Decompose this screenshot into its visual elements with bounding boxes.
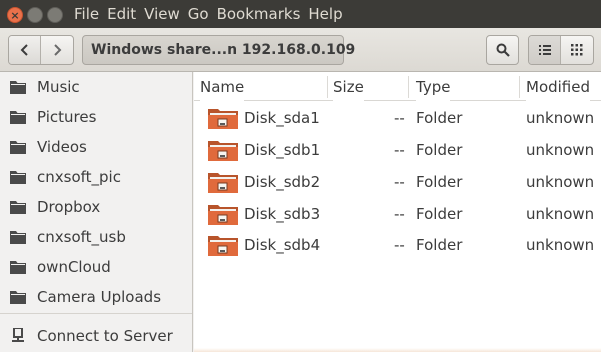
sidebar-item-label: Pictures <box>37 108 97 126</box>
sidebar-item-label: Music <box>37 78 80 96</box>
column-divider[interactable] <box>408 76 409 98</box>
sidebar-item-label: Connect to Server <box>37 327 173 345</box>
location-path: Windows share...n 192.168.0.109 <box>91 42 356 58</box>
folder-icon <box>208 236 238 256</box>
menu-bar: File Edit View Go Bookmarks Help <box>70 0 347 28</box>
file-name: Disk_sdb4 <box>244 235 321 254</box>
file-size: -- <box>394 235 405 254</box>
sidebar-item-connect-to-server[interactable]: Connect to Server <box>0 321 193 351</box>
file-name: Disk_sdb2 <box>244 172 321 191</box>
sidebar-item-videos[interactable]: Videos <box>0 132 193 162</box>
sidebar-item-dropbox[interactable]: Dropbox <box>0 192 193 222</box>
folder-icon <box>10 141 26 154</box>
sidebar-item-label: ownCloud <box>37 258 111 276</box>
column-header-label: Type <box>416 77 451 96</box>
network-server-icon <box>12 328 24 342</box>
sidebar-item-music[interactable]: Music <box>0 72 193 102</box>
file-modified: unknown <box>526 108 595 127</box>
sidebar-item-owncloud[interactable]: ownCloud <box>0 252 193 282</box>
folder-icon <box>208 141 238 161</box>
grid-view-button[interactable] <box>561 36 593 64</box>
minimize-window-button[interactable] <box>27 7 43 23</box>
folder-icon <box>10 171 26 184</box>
chevron-left-icon <box>20 44 28 56</box>
sidebar-divider <box>0 313 192 314</box>
column-header-label: Modified <box>526 77 591 96</box>
sidebar-item-label: cnxsoft_pic <box>37 168 121 186</box>
grid-view-icon <box>571 44 583 56</box>
search-button[interactable] <box>486 35 519 65</box>
sidebar-item-pictures[interactable]: Pictures <box>0 102 193 132</box>
column-header-modified[interactable]: Modified <box>526 72 591 101</box>
file-modified: unknown <box>526 140 595 159</box>
file-type: Folder <box>416 108 463 127</box>
file-name: Disk_sda1 <box>244 108 320 127</box>
table-row[interactable]: Disk_sdb4 -- Folder unknown <box>194 229 601 260</box>
menu-file[interactable]: File <box>70 5 103 23</box>
folder-icon <box>10 231 26 244</box>
sidebar-item-cnxsoft-usb[interactable]: cnxsoft_usb <box>0 222 193 252</box>
column-header-type[interactable]: Type <box>416 72 451 101</box>
list-bottom-edge <box>194 348 601 352</box>
file-name: Disk_sdb3 <box>244 204 321 223</box>
menu-go[interactable]: Go <box>184 5 213 23</box>
toolbar: Windows share...n 192.168.0.109 <box>0 28 601 72</box>
column-header-label: Name <box>200 77 245 96</box>
menu-edit[interactable]: Edit <box>103 5 140 23</box>
folder-icon <box>10 261 26 274</box>
file-type: Folder <box>416 172 463 191</box>
column-header-name[interactable]: Name <box>200 72 245 101</box>
folder-icon <box>10 81 26 94</box>
column-divider[interactable] <box>519 76 520 98</box>
sidebar-item-label: Dropbox <box>37 198 101 216</box>
file-modified: unknown <box>526 204 595 223</box>
forward-button[interactable] <box>41 36 73 64</box>
chevron-right-icon <box>54 44 62 56</box>
folder-icon <box>208 109 238 129</box>
file-type: Folder <box>416 235 463 254</box>
menu-help[interactable]: Help <box>304 5 346 23</box>
close-window-button[interactable]: × <box>7 7 23 23</box>
file-modified: unknown <box>526 235 595 254</box>
sidebar-item-label: Videos <box>37 138 87 156</box>
sidebar-item-cnxsoft-pic[interactable]: cnxsoft_pic <box>0 162 193 192</box>
list-view-button[interactable] <box>529 36 562 64</box>
title-bar: × File Edit View Go Bookmarks Help <box>0 0 601 28</box>
list-view-icon <box>538 45 551 55</box>
sidebar-item-camera-uploads[interactable]: Camera Uploads <box>0 282 193 312</box>
file-modified: unknown <box>526 172 595 191</box>
maximize-window-button[interactable] <box>47 7 63 23</box>
view-mode-group <box>528 35 594 65</box>
back-button[interactable] <box>9 36 42 64</box>
file-type: Folder <box>416 204 463 223</box>
navigation-group <box>8 35 74 65</box>
table-row[interactable]: Disk_sdb3 -- Folder unknown <box>194 198 601 229</box>
search-icon <box>496 43 510 57</box>
file-size: -- <box>394 140 405 159</box>
column-header-label: Size <box>333 77 364 96</box>
file-list-view: Name Size Type Modified Disk_sda1 -- Fol… <box>194 72 601 352</box>
places-sidebar: Music Pictures Videos cnxsoft_pic Dropbo… <box>0 72 193 352</box>
sidebar-item-label: cnxsoft_usb <box>37 228 126 246</box>
folder-icon <box>10 111 26 124</box>
folder-icon <box>10 201 26 214</box>
file-size: -- <box>394 172 405 191</box>
sidebar-item-label: Camera Uploads <box>37 288 162 306</box>
column-header-size[interactable]: Size <box>333 72 364 101</box>
table-row[interactable]: Disk_sdb2 -- Folder unknown <box>194 166 601 197</box>
folder-icon <box>208 173 238 193</box>
table-row[interactable]: Disk_sdb1 -- Folder unknown <box>194 134 601 165</box>
menu-view[interactable]: View <box>140 5 184 23</box>
close-icon: × <box>10 8 20 22</box>
file-size: -- <box>394 108 405 127</box>
folder-icon <box>10 291 26 304</box>
file-size: -- <box>394 204 405 223</box>
menu-bookmarks[interactable]: Bookmarks <box>213 5 305 23</box>
location-bar[interactable]: Windows share...n 192.168.0.109 <box>82 35 355 65</box>
folder-icon <box>208 205 238 225</box>
file-type: Folder <box>416 140 463 159</box>
table-row[interactable]: Disk_sda1 -- Folder unknown <box>194 102 601 133</box>
file-name: Disk_sdb1 <box>244 140 321 159</box>
column-divider[interactable] <box>327 76 328 98</box>
